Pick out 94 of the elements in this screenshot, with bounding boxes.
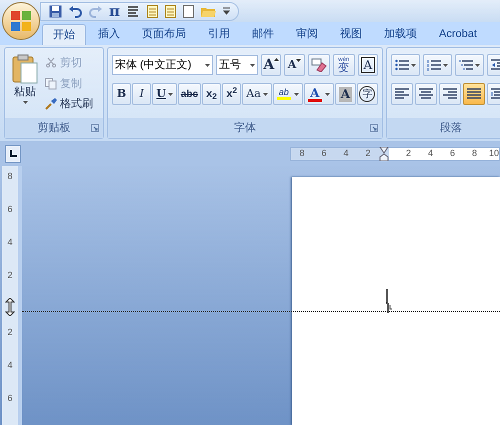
group-title: 剪贴板: [38, 120, 70, 136]
caret-icon: [22, 100, 28, 104]
ruler-number: 4: [7, 359, 12, 372]
undo-icon[interactable]: [69, 4, 82, 18]
ribbon-tab[interactable]: 加载项: [374, 24, 427, 45]
ruler-number: 2: [7, 326, 12, 339]
bullet-list-icon: [395, 59, 409, 71]
eraser-icon: [310, 58, 327, 72]
caret-icon: [411, 64, 416, 66]
numbered-list-icon: [427, 59, 441, 71]
caret-icon: [168, 92, 173, 96]
save-icon[interactable]: [49, 4, 62, 18]
font-size-dropdown[interactable]: 五号: [216, 55, 258, 75]
font-name-dropdown[interactable]: 宋体 (中文正文): [112, 55, 213, 75]
tab-selector-button[interactable]: [5, 144, 21, 162]
enclose-character-button[interactable]: 字: [356, 83, 378, 105]
text-lines-icon[interactable]: [126, 4, 140, 18]
caret-icon: [443, 64, 448, 66]
ruler-number: 8: [7, 172, 12, 183]
align-left-button[interactable]: [391, 83, 413, 105]
ribbon-tab[interactable]: 引用: [198, 24, 240, 45]
ruler-number: 4: [342, 146, 350, 160]
ribbon-tab[interactable]: Acrobat: [429, 24, 487, 45]
character-border-button[interactable]: A: [358, 54, 378, 76]
painter-button[interactable]: 格式刷: [45, 96, 93, 112]
indent-marker-icon[interactable]: [379, 146, 389, 160]
ruler-number: 6: [7, 205, 12, 216]
ribbon-tab[interactable]: 视图: [330, 24, 372, 45]
ruler-number: 4: [426, 146, 433, 160]
ruler-number: 10: [488, 146, 499, 160]
ruler-number: 2: [364, 146, 372, 160]
scissors-icon: [45, 57, 57, 70]
justify-icon: [467, 88, 481, 100]
ruler-number: 8: [470, 146, 477, 160]
highlight-button[interactable]: ab: [272, 83, 303, 105]
ribbon-tab[interactable]: 页面布局: [132, 24, 196, 45]
underline-button[interactable]: U: [152, 83, 177, 105]
ribbon-tab[interactable]: 邮件: [242, 24, 284, 45]
office-logo-icon: [10, 10, 32, 32]
grow-font-button[interactable]: A: [261, 54, 282, 76]
group-title: 字体: [234, 120, 256, 136]
align-left-icon: [395, 88, 409, 100]
caret-icon: [294, 92, 299, 96]
document-icon[interactable]: [164, 4, 176, 18]
bold-button[interactable]: B: [112, 83, 132, 105]
ruler-number: 8: [298, 146, 306, 160]
ribbon-tab[interactable]: 开始: [42, 24, 86, 45]
bullets-button[interactable]: [391, 54, 420, 76]
dropdown-icon[interactable]: [222, 7, 230, 15]
caret-icon: [204, 64, 210, 66]
document-icon[interactable]: [146, 4, 158, 18]
ribbon-tab[interactable]: 插入: [88, 24, 130, 45]
character-shading-button[interactable]: A: [334, 83, 356, 105]
text-cursor-icon: [386, 289, 394, 313]
clear-formatting-button[interactable]: [308, 54, 330, 76]
ribbon-tab[interactable]: 审阅: [286, 24, 328, 45]
paste-button[interactable]: 粘贴: [9, 54, 41, 112]
ruler-number: 2: [404, 146, 411, 160]
down-arrow-icon: [296, 59, 302, 62]
ruler-number: 6: [448, 146, 455, 160]
ruler-number: 2: [7, 271, 12, 282]
clipboard-icon: [12, 54, 38, 84]
ruler-number: 4: [7, 238, 12, 249]
align-center-icon: [419, 88, 433, 100]
strikethrough-button[interactable]: abc: [178, 83, 201, 105]
multilevel-list-icon: [459, 59, 473, 71]
font-color-button[interactable]: A: [304, 83, 334, 105]
dialog-launcher-icon[interactable]: [91, 124, 99, 132]
italic-button[interactable]: I: [132, 83, 152, 105]
center-button[interactable]: [415, 83, 437, 105]
shrink-font-button[interactable]: A: [284, 54, 305, 76]
group-title: 段落: [440, 120, 462, 136]
superscript-button[interactable]: x$^{2}$: [222, 83, 242, 105]
caret-icon: [475, 64, 480, 66]
subscript-button[interactable]: x$_{2}$: [202, 83, 222, 105]
up-arrow-icon: [274, 58, 280, 61]
change-case-button[interactable]: Aa: [242, 83, 272, 105]
justify-button[interactable]: [463, 83, 485, 105]
multilevel-button[interactable]: [455, 54, 484, 76]
align-right-button[interactable]: [439, 83, 461, 105]
align-right-icon: [443, 88, 457, 100]
equation-button[interactable]: π: [109, 4, 120, 18]
numbering-button[interactable]: [423, 54, 452, 76]
caret-icon: [250, 64, 256, 66]
paintbrush-icon: [45, 98, 57, 110]
blank-page-icon[interactable]: [182, 4, 194, 18]
ruler-number: 6: [7, 392, 12, 405]
caret-icon: [262, 92, 268, 96]
caret-icon: [324, 92, 330, 96]
copy-icon: [45, 78, 57, 90]
left-tab-icon: [9, 150, 17, 158]
dialog-launcher-icon[interactable]: [370, 124, 378, 132]
resize-arrow-icon: [5, 298, 15, 316]
ruler-number: 6: [320, 146, 328, 160]
